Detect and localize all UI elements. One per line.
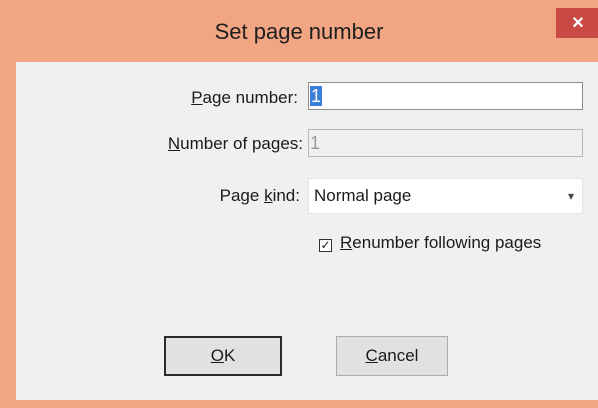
dialog-title: Set page number [214, 19, 384, 44]
page-number-label: Page number: [191, 88, 298, 107]
number-of-pages-input: 1 [308, 129, 583, 157]
title-bar[interactable]: Set page number × [0, 0, 598, 62]
number-of-pages-value: 1 [310, 133, 321, 153]
renumber-checkbox-row[interactable]: ✓ Renumber following pages [319, 233, 541, 253]
renumber-checkbox[interactable]: ✓ [319, 239, 332, 252]
page-number-input[interactable]: 1 [308, 82, 583, 110]
page-number-value: 1 [310, 86, 323, 106]
renumber-label: Renumber following pages [340, 233, 542, 252]
close-button[interactable]: × [556, 8, 598, 38]
close-icon: × [572, 12, 584, 34]
ok-button[interactable]: OK [164, 336, 282, 376]
cancel-button[interactable]: Cancel [336, 336, 448, 376]
page-kind-dropdown[interactable]: Normal page ▾ [308, 178, 583, 214]
page-kind-selected: Normal page [314, 186, 412, 205]
dialog-body: Page number: 1 Number of pages: 1 Page k… [16, 62, 598, 400]
page-kind-label: Page kind: [219, 186, 300, 205]
number-of-pages-label: Number of pages: [167, 134, 303, 153]
set-page-number-dialog: Set page number × Page number: 1 Number … [0, 0, 598, 408]
chevron-down-icon: ▾ [567, 189, 574, 203]
